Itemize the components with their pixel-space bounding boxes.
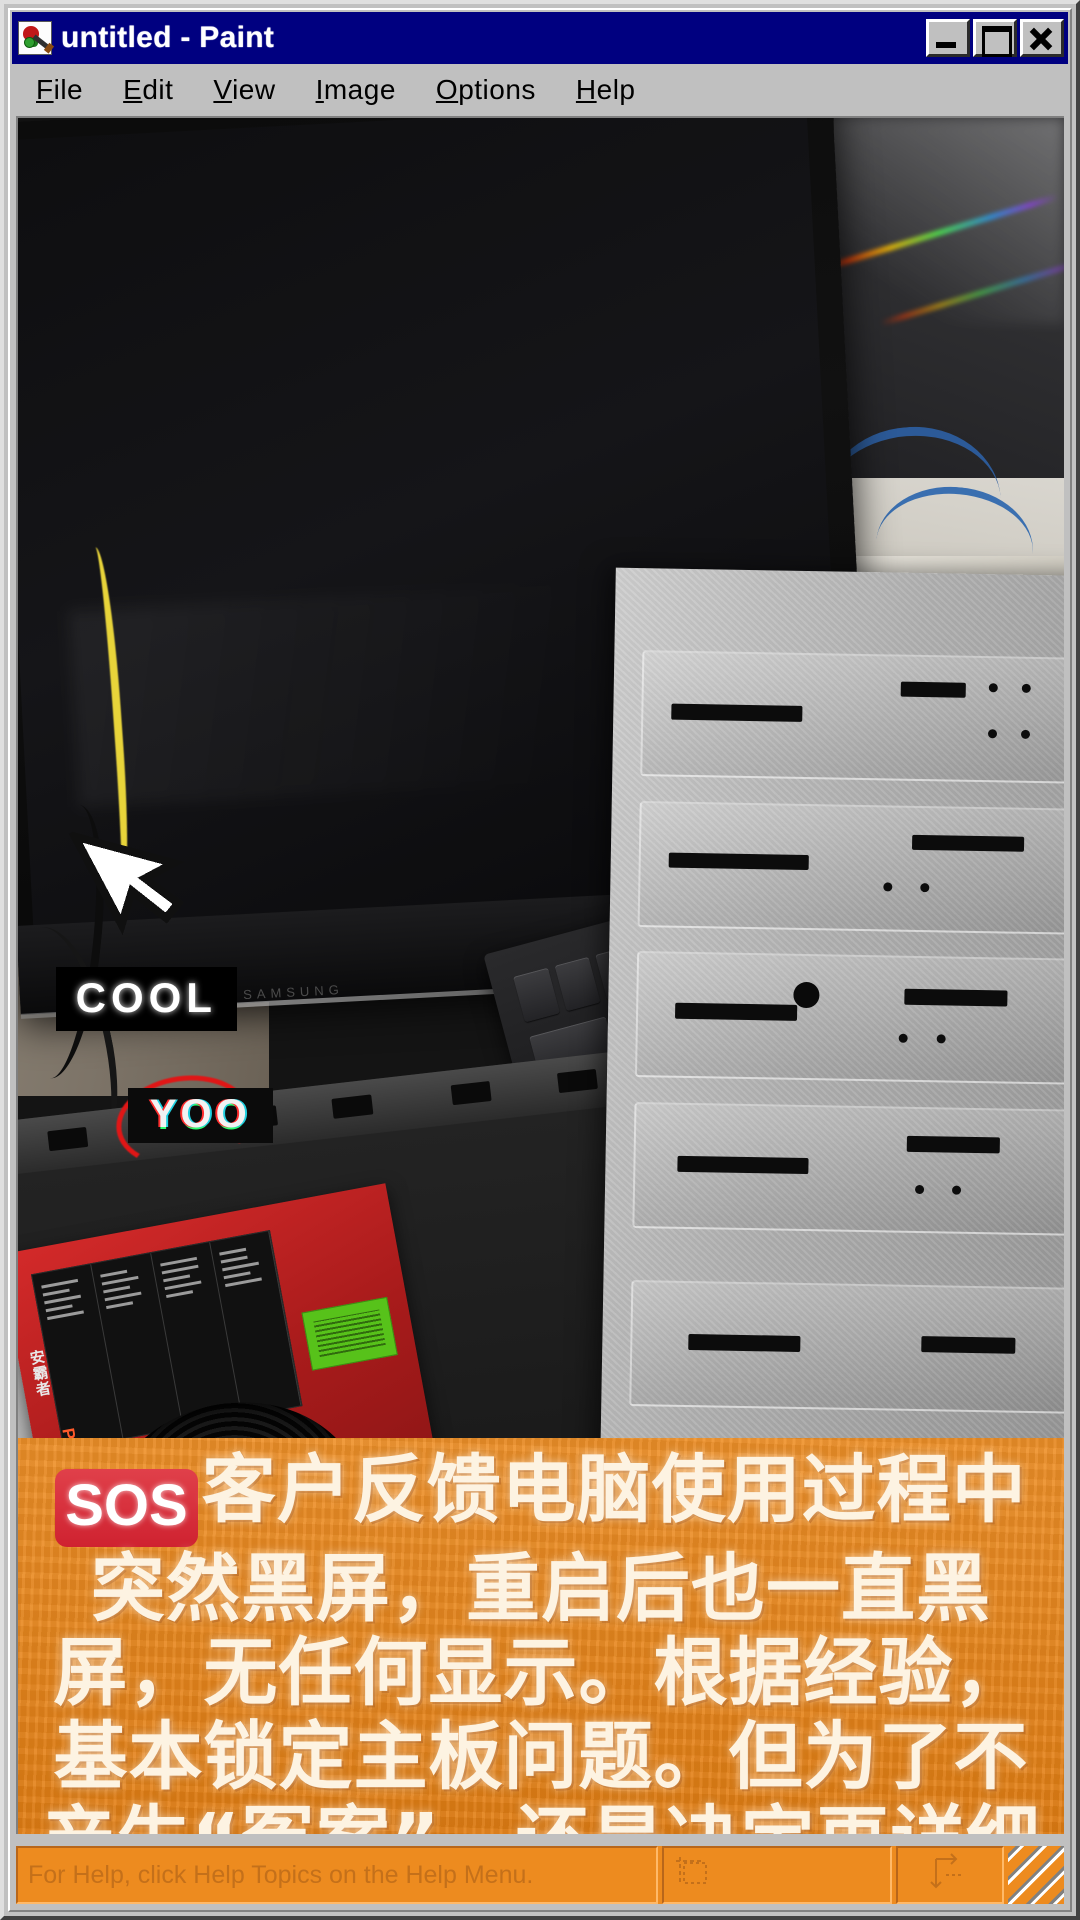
menu-item-help[interactable]: Help [576, 74, 636, 106]
drive-bay [637, 800, 1064, 935]
minimize-icon [929, 22, 967, 54]
menu-rest-view: iew [232, 74, 276, 105]
close-button[interactable] [1020, 19, 1064, 57]
bay-slot [911, 834, 1024, 853]
rail-slot [450, 1080, 492, 1106]
drive-bay [634, 951, 1064, 1086]
bay-hole [936, 1034, 946, 1044]
paint-canvas[interactable]: SAMSUNG 安霸者 COOL YOO SOS 客户反馈电脑使用过程中突然黑屏… [16, 116, 1064, 1834]
bay-slot [671, 703, 803, 723]
rail-slot [331, 1094, 374, 1120]
caption-overlay: SOS 客户反馈电脑使用过程中突然黑屏，重启后也一直黑屏，无任何显示。根据经验，基… [18, 1438, 1064, 1834]
key [554, 956, 602, 1012]
status-size-panel [896, 1846, 1004, 1904]
bay-hole [914, 1184, 925, 1194]
menu-accel-edit: E [123, 74, 143, 105]
minimize-button[interactable] [926, 19, 970, 57]
menu-bar: File Edit View Image Options Help [12, 66, 1068, 114]
maximize-icon [976, 22, 1014, 57]
status-position-panel [662, 1846, 892, 1904]
menu-accel-file: F [36, 74, 54, 105]
bay-slot [668, 852, 809, 871]
status-bar: For Help, click Help Topics on the Help … [16, 1846, 1064, 1904]
cage-cable-hole [793, 981, 820, 1008]
cool-text-overlay: COOL [55, 967, 237, 1032]
rail-slot [47, 1126, 89, 1152]
canvas-size-icon [922, 1853, 978, 1897]
status-help-panel: For Help, click Help Topics on the Help … [16, 1846, 658, 1904]
sos-badge: SOS [55, 1469, 198, 1547]
bay-hole [988, 728, 998, 739]
menu-item-file[interactable]: File [36, 74, 83, 106]
rail-slot [557, 1068, 599, 1094]
menu-item-view[interactable]: View [213, 74, 275, 106]
menu-accel-options: O [435, 74, 459, 105]
paintbrush-icon [32, 34, 49, 49]
title-bar[interactable]: untitled - Paint [12, 12, 1068, 64]
key [513, 967, 561, 1023]
close-icon [1023, 22, 1061, 54]
menu-accel-image: I [315, 74, 324, 105]
bay-hole [898, 1033, 909, 1043]
status-help-text: For Help, click Help Topics on the Help … [28, 1860, 534, 1889]
menu-rest-help: elp [596, 74, 636, 105]
paint-window: untitled - Paint File Edit View Image Op… [0, 0, 1080, 1920]
resize-grip[interactable] [1008, 1846, 1064, 1904]
window-buttons [926, 19, 1064, 57]
menu-rest-edit: dit [142, 74, 174, 105]
bay-hole [1021, 683, 1031, 693]
maximize-button[interactable] [973, 19, 1017, 57]
bay-slot [900, 681, 966, 699]
psu-green-sticker [302, 1297, 399, 1371]
menu-accel-view: V [213, 74, 233, 105]
yoo-text-overlay: YOO [127, 1087, 273, 1143]
caption-text: SOS 客户反馈电脑使用过程中突然黑屏，重启后也一直黑屏，无任何显示。根据经验，基… [18, 1438, 1064, 1834]
bay-hole [1020, 729, 1031, 739]
bay-slot [675, 1002, 797, 1021]
menu-rest-image: mage [323, 74, 396, 105]
bay-slot [677, 1155, 809, 1175]
bay-slot [904, 988, 1008, 1007]
drive-bay [629, 1279, 1064, 1415]
drive-bay [640, 650, 1064, 785]
selection-size-icon [674, 1853, 730, 1897]
paint-app-icon [18, 21, 52, 55]
bay-hole [989, 682, 999, 692]
menu-item-options[interactable]: Options [436, 74, 536, 106]
menu-item-edit[interactable]: Edit [123, 74, 173, 106]
bay-slot [688, 1334, 801, 1353]
menu-accel-help: H [575, 74, 597, 105]
menu-rest-options: ptions [458, 74, 536, 105]
bay-slot [921, 1335, 1016, 1354]
window-title: untitled - Paint [61, 21, 275, 54]
bay-hole [882, 882, 893, 892]
menu-item-image[interactable]: Image [316, 74, 396, 106]
bay-hole [952, 1185, 962, 1195]
bay-hole [920, 883, 930, 893]
bay-slot [906, 1135, 1000, 1154]
menu-rest-file: ile [53, 74, 84, 105]
drive-bay [632, 1101, 1064, 1237]
monitor-reflection [68, 578, 679, 807]
